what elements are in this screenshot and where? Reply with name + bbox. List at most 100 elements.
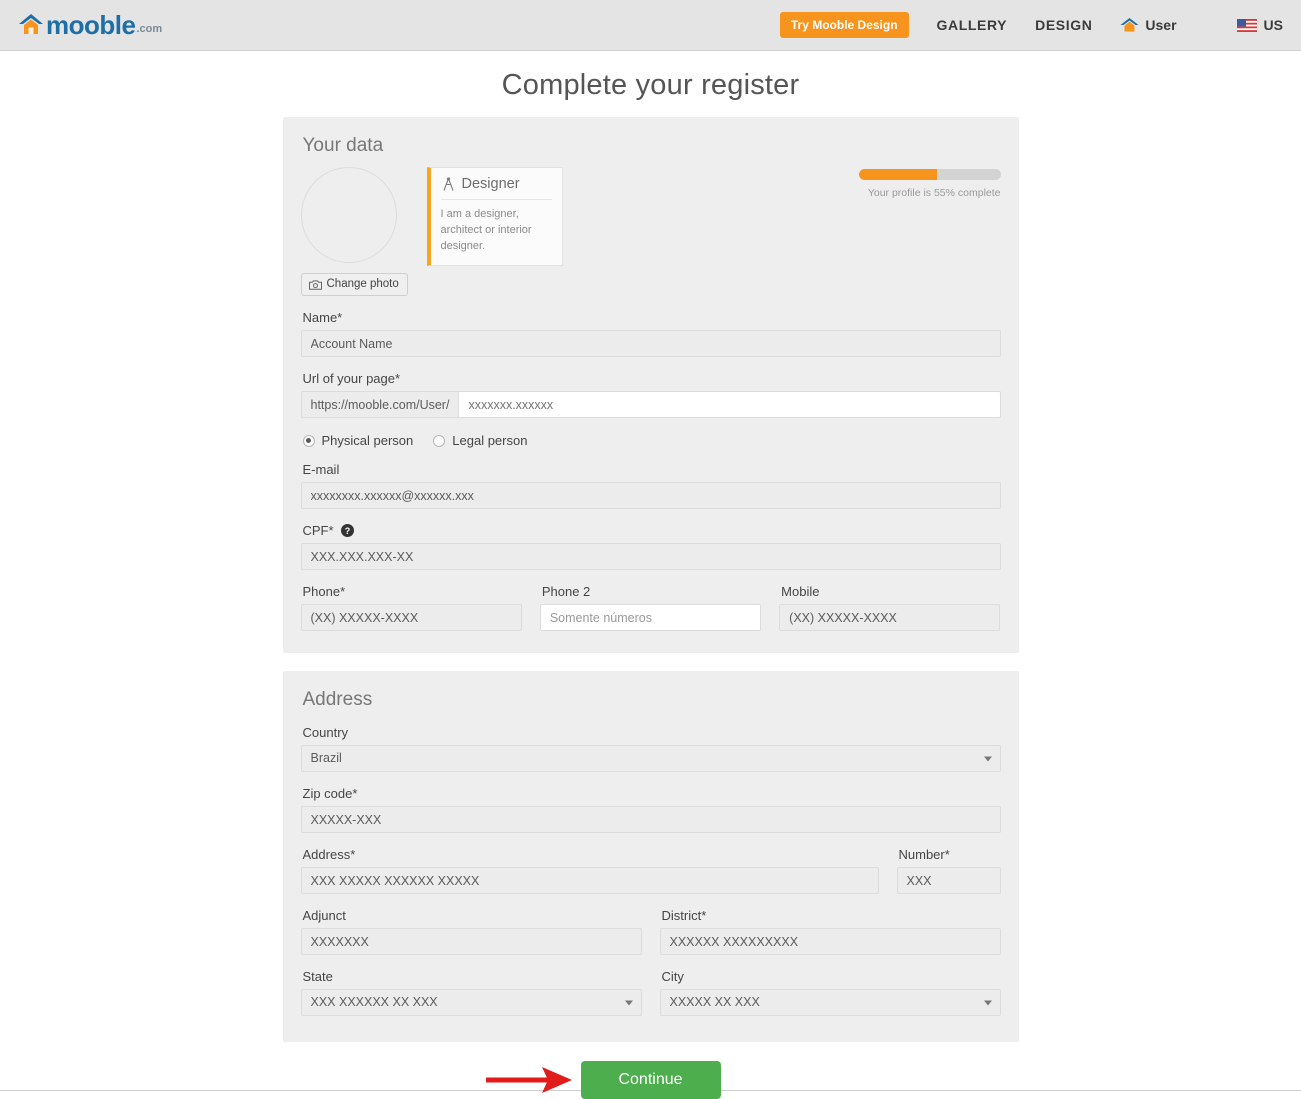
role-card-title: Designer (461, 176, 520, 192)
street-input[interactable] (300, 867, 879, 894)
radio-physical-person[interactable] (302, 434, 315, 447)
header-nav: Try Mooble Design GALLERY DESIGN User US (779, 0, 1301, 50)
city-select[interactable]: XXXXX XX XXX (659, 989, 1001, 1016)
name-label: Name* (302, 310, 343, 325)
phone-label: Phone* (302, 584, 346, 599)
district-label: District* (661, 908, 707, 923)
radio-legal-person-label[interactable]: Legal person (452, 433, 527, 448)
field-street: Address* (300, 847, 879, 894)
field-url: Url of your page* https://mooble.com/Use… (300, 371, 1001, 418)
person-type-group: Physical person Legal person (302, 433, 1001, 448)
nav-link-gallery[interactable]: GALLERY (937, 17, 1008, 33)
state-select[interactable]: XXX XXXXXX XX XXX (300, 989, 642, 1016)
page-title: Complete your register (501, 69, 800, 101)
nav-link-design[interactable]: DESIGN (1035, 17, 1092, 33)
role-card-description: I am a designer, architect or interior d… (440, 208, 532, 252)
field-district: District* (659, 908, 1001, 955)
field-zip: Zip code* (300, 786, 1001, 833)
number-label: Number* (898, 847, 950, 862)
locale-label: US (1263, 17, 1283, 33)
adjunct-label: Adjunct (302, 908, 346, 923)
your-data-title: Your data (302, 135, 384, 156)
field-phone2: Phone 2 (539, 584, 762, 631)
your-data-panel: Your data Change photo Designer I am a d… (282, 117, 1019, 653)
district-input[interactable] (659, 928, 1001, 955)
address-title: Address (302, 689, 373, 710)
help-circle-icon[interactable]: ? (341, 524, 355, 537)
field-city: City XXXXX XX XXX (659, 969, 1001, 1016)
field-cpf: CPF* ? (300, 523, 1001, 570)
logo-suffix: .com (136, 23, 163, 35)
field-email: E-mail (300, 462, 1001, 509)
field-phone: Phone* (300, 584, 522, 631)
compass-icon (442, 176, 454, 191)
change-photo-button[interactable]: Change photo (300, 273, 408, 296)
house-icon (19, 14, 43, 34)
your-data-top-row: Change photo Designer I am a designer, a… (300, 159, 1001, 296)
adjunct-input[interactable] (300, 928, 642, 955)
street-number-row: Address* Number* (300, 847, 1001, 894)
city-label: City (661, 969, 684, 984)
field-country: Country Brazil (300, 725, 1001, 772)
role-card-header: Designer (440, 176, 552, 200)
phone-input[interactable] (300, 604, 522, 631)
progress-label: Your profile is 55% complete (867, 187, 1001, 199)
continue-button[interactable]: Continue (580, 1061, 721, 1099)
field-mobile: Mobile (779, 584, 1001, 631)
phone2-label: Phone 2 (541, 584, 591, 599)
number-input[interactable] (896, 867, 1001, 894)
progress-fill (858, 169, 937, 180)
url-input-group: https://mooble.com/User/ (300, 391, 1001, 418)
url-prefix: https://mooble.com/User/ (300, 391, 459, 418)
try-mooble-design-button[interactable]: Try Mooble Design (779, 11, 909, 39)
radio-legal-person[interactable] (433, 434, 446, 447)
radio-physical-person-label[interactable]: Physical person (322, 433, 414, 448)
state-select-wrap: XXX XXXXXX XX XXX (300, 989, 642, 1016)
email-label: E-mail (302, 462, 340, 477)
field-name: Name* (300, 310, 1001, 357)
avatar-column: Change photo (300, 159, 413, 296)
address-panel: Address Country Brazil Zip code* Address… (282, 671, 1019, 1042)
zip-label: Zip code* (302, 786, 358, 801)
url-input[interactable] (458, 391, 1001, 418)
field-state: State XXX XXXXXX XX XXX (300, 969, 642, 1016)
profile-progress: Your profile is 55% complete (858, 169, 1001, 199)
change-photo-label: Change photo (326, 278, 399, 290)
user-menu-label: User (1145, 17, 1177, 33)
mobile-label: Mobile (781, 584, 820, 599)
country-label: Country (302, 725, 349, 740)
adjunct-district-row: Adjunct District* (300, 908, 1001, 955)
svg-text:?: ? (345, 526, 351, 536)
avatar[interactable] (300, 167, 397, 263)
email-input[interactable] (300, 482, 1001, 509)
cpf-label: CPF* ? (303, 523, 1001, 538)
logo-text: mooble (46, 10, 136, 40)
mobile-input[interactable] (779, 604, 1001, 631)
site-header: mooble .com Try Mooble Design GALLERY DE… (0, 0, 1301, 51)
locale-selector[interactable]: US (1236, 17, 1283, 33)
role-card-designer[interactable]: Designer I am a designer, architect or i… (426, 167, 563, 266)
user-menu[interactable]: User (1120, 17, 1177, 33)
site-logo[interactable]: mooble .com (18, 12, 162, 38)
field-number: Number* (896, 847, 1001, 894)
cpf-label-text: CPF* (302, 523, 334, 538)
name-input[interactable] (300, 330, 1001, 357)
phone2-input[interactable] (539, 604, 762, 631)
zip-input[interactable] (300, 806, 1001, 833)
field-adjunct: Adjunct (300, 908, 642, 955)
country-select[interactable]: Brazil (300, 745, 1001, 772)
city-select-wrap: XXXXX XX XXX (659, 989, 1001, 1016)
state-city-row: State XXX XXXXXX XX XXX City XXXXX XX XX… (300, 969, 1001, 1016)
phones-row: Phone* Phone 2 Mobile (300, 584, 1001, 631)
us-flag-icon (1236, 18, 1257, 32)
url-label: Url of your page* (302, 371, 401, 386)
camera-icon (308, 279, 322, 290)
house-icon (1120, 18, 1139, 32)
continue-row: Continue (0, 1061, 1301, 1099)
progress-track (858, 169, 1001, 180)
red-arrow-annotation-icon (486, 1067, 572, 1093)
cpf-input[interactable] (300, 543, 1001, 570)
street-label: Address* (302, 847, 356, 862)
state-label: State (302, 969, 333, 984)
country-select-wrap: Brazil (300, 745, 1001, 772)
